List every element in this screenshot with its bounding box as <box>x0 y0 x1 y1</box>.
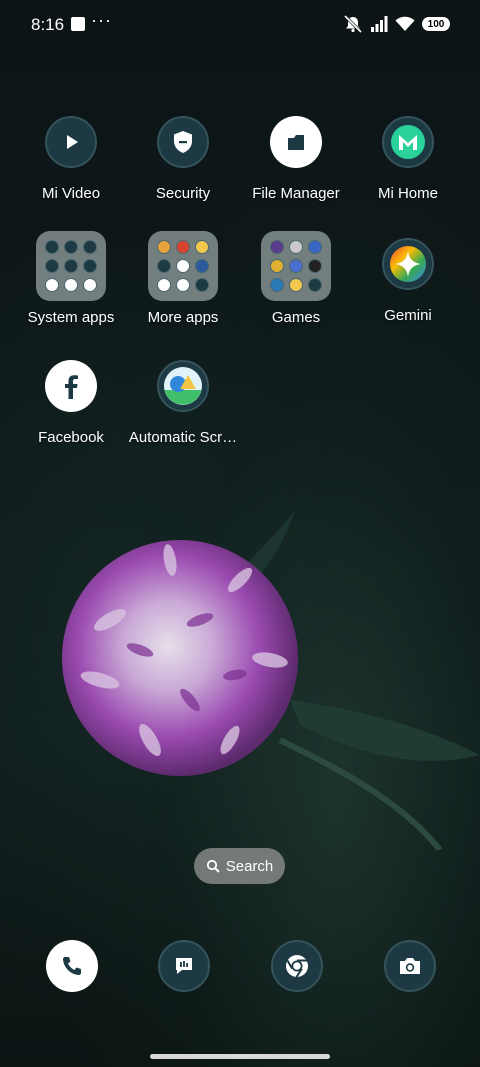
app-mi-home[interactable]: Mi Home <box>348 116 468 202</box>
app-automatic-screenshot[interactable]: Automatic Scr… <box>123 360 243 446</box>
app-facebook[interactable]: Facebook <box>11 360 131 446</box>
message-icon <box>176 958 192 974</box>
app-label: Automatic Scr… <box>128 429 238 446</box>
status-icons: 100 <box>343 14 450 34</box>
gemini-icon <box>382 238 434 290</box>
dock-messages[interactable] <box>158 940 210 992</box>
app-mi-video[interactable]: Mi Video <box>11 116 131 202</box>
folder-games[interactable]: Games <box>236 231 356 326</box>
silent-bell-icon <box>343 15 363 33</box>
folder-more-apps[interactable]: More apps <box>123 231 243 326</box>
folder-label: More apps <box>147 309 219 326</box>
folder-icon <box>36 231 106 301</box>
wifi-icon <box>395 16 415 31</box>
folder-icon <box>261 231 331 301</box>
image-shapes-icon <box>157 360 209 412</box>
app-gemini[interactable]: Gemini <box>348 238 468 324</box>
app-label: Mi Video <box>41 185 101 202</box>
shield-icon <box>157 116 209 168</box>
chrome-icon <box>286 955 308 978</box>
folder-file-icon <box>270 116 322 168</box>
app-label: Facebook <box>38 429 104 446</box>
app-label: File Manager <box>252 185 340 202</box>
mi-home-icon <box>382 116 434 168</box>
dock-phone[interactable] <box>46 940 98 992</box>
more-notifications-icon: ··· <box>91 10 112 30</box>
folder-system-apps[interactable]: System apps <box>11 231 131 326</box>
camera-icon <box>400 958 420 974</box>
app-label: Security <box>155 185 211 202</box>
search-button[interactable]: Search <box>194 848 285 884</box>
play-icon <box>45 116 97 168</box>
app-file-manager[interactable]: File Manager <box>236 116 356 202</box>
app-label: Mi Home <box>377 185 438 202</box>
dock-chrome[interactable] <box>271 940 323 992</box>
gesture-nav-bar[interactable] <box>150 1054 330 1059</box>
folder-label: System apps <box>27 309 115 326</box>
battery-indicator: 100 <box>422 17 450 31</box>
dock-camera[interactable] <box>384 940 436 992</box>
status-bar: 8:16 ··· 100 <box>0 0 480 50</box>
search-label: Search <box>225 857 274 875</box>
wallpaper-flower <box>62 510 480 850</box>
folder-label: Games <box>271 309 321 326</box>
app-security[interactable]: Security <box>123 116 243 202</box>
phone-icon <box>63 957 81 975</box>
search-icon <box>206 859 220 873</box>
folder-icon <box>148 231 218 301</box>
facebook-icon <box>45 360 97 412</box>
app-label: Gemini <box>384 307 432 324</box>
signal-icon <box>371 16 388 32</box>
status-time: 8:16 <box>31 15 65 34</box>
notification-icon <box>71 17 85 31</box>
